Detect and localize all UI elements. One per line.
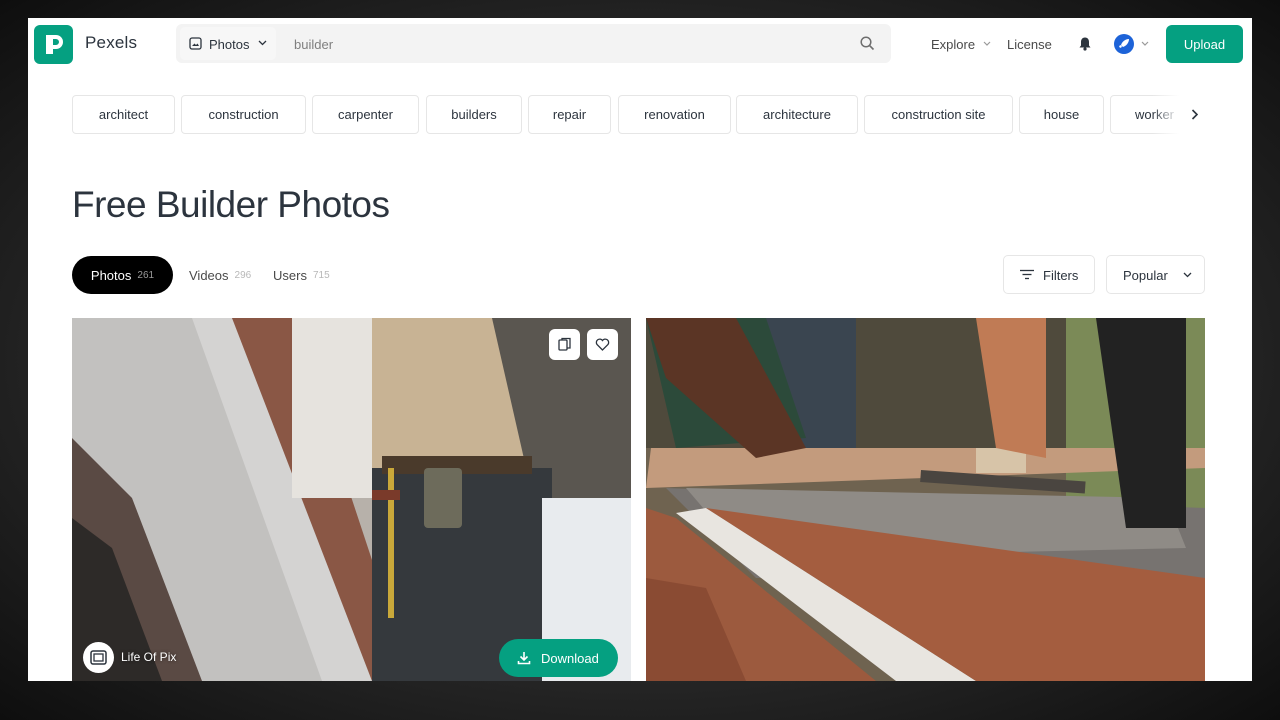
bell-icon[interactable] <box>1078 36 1092 51</box>
download-label: Download <box>541 651 599 666</box>
camera-logo-icon <box>90 650 107 665</box>
tag-chip[interactable]: repair <box>528 95 611 134</box>
browser-viewport: Pexels Photos Explore License <box>28 18 1252 681</box>
tag-chip[interactable]: architecture <box>736 95 858 134</box>
filters-button[interactable]: Filters <box>1003 255 1095 294</box>
chevron-down-icon <box>983 41 991 46</box>
chevron-down-icon <box>258 40 267 46</box>
search-bar: Photos <box>176 24 891 63</box>
search-input[interactable] <box>294 34 814 54</box>
heart-icon <box>595 338 610 351</box>
photographer-avatar <box>83 642 114 673</box>
chevron-down-icon <box>1141 41 1149 46</box>
photo-card[interactable]: Life Of Pix Download <box>72 318 631 681</box>
tab-label: Photos <box>90 267 132 283</box>
image-icon <box>189 37 202 50</box>
collection-icon <box>558 337 571 351</box>
tab-photos[interactable]: Photos 261 <box>72 256 173 294</box>
tab-users[interactable]: Users 715 <box>273 256 330 294</box>
page-title: Free Builder Photos <box>72 184 390 225</box>
tag-chip[interactable]: construction <box>181 95 306 134</box>
top-navbar: Pexels Photos Explore License <box>28 18 1252 70</box>
sort-dropdown[interactable]: Popular <box>1106 255 1205 294</box>
photo-image <box>72 318 631 681</box>
tag-chip[interactable]: carpenter <box>312 95 419 134</box>
tab-count: 261 <box>137 269 155 281</box>
upload-button[interactable]: Upload <box>1166 25 1243 63</box>
download-icon <box>517 652 531 665</box>
nav-explore[interactable]: Explore <box>931 37 975 52</box>
tab-count: 715 <box>312 269 330 281</box>
rocket-icon <box>1119 39 1129 48</box>
nav-license[interactable]: License <box>1007 37 1052 52</box>
tab-label: Users <box>273 267 307 283</box>
pexels-logo-icon[interactable] <box>34 25 73 64</box>
tab-videos[interactable]: Videos 296 <box>189 256 251 294</box>
chevron-right-icon[interactable] <box>1191 109 1198 120</box>
search-icon[interactable] <box>860 36 875 51</box>
filters-label: Filters <box>1043 268 1079 283</box>
user-avatar[interactable] <box>1114 34 1134 54</box>
tag-chip[interactable]: builders <box>426 95 522 134</box>
photo-image <box>646 318 1205 681</box>
tag-chip[interactable]: renovation <box>618 95 731 134</box>
tab-count: 296 <box>234 269 252 281</box>
sliders-icon <box>1020 269 1034 280</box>
brand-name[interactable]: Pexels <box>85 33 137 53</box>
tags-fade <box>1152 95 1212 134</box>
tag-chip[interactable]: construction site <box>864 95 1013 134</box>
tag-chip[interactable]: architect <box>72 95 175 134</box>
tag-chip[interactable]: house <box>1019 95 1104 134</box>
search-type-dropdown[interactable]: Photos <box>180 27 276 60</box>
like-button[interactable] <box>587 329 618 360</box>
collect-button[interactable] <box>549 329 580 360</box>
download-button[interactable]: Download <box>499 639 618 677</box>
search-type-label: Photos <box>209 37 250 52</box>
chevron-down-icon <box>1183 272 1192 278</box>
related-tags-row: architect construction carpenter builder… <box>72 95 1192 134</box>
photographer-name: Life Of Pix <box>121 650 177 664</box>
tab-label: Videos <box>189 267 229 283</box>
sort-label: Popular <box>1123 268 1168 283</box>
photo-card[interactable] <box>646 318 1205 681</box>
